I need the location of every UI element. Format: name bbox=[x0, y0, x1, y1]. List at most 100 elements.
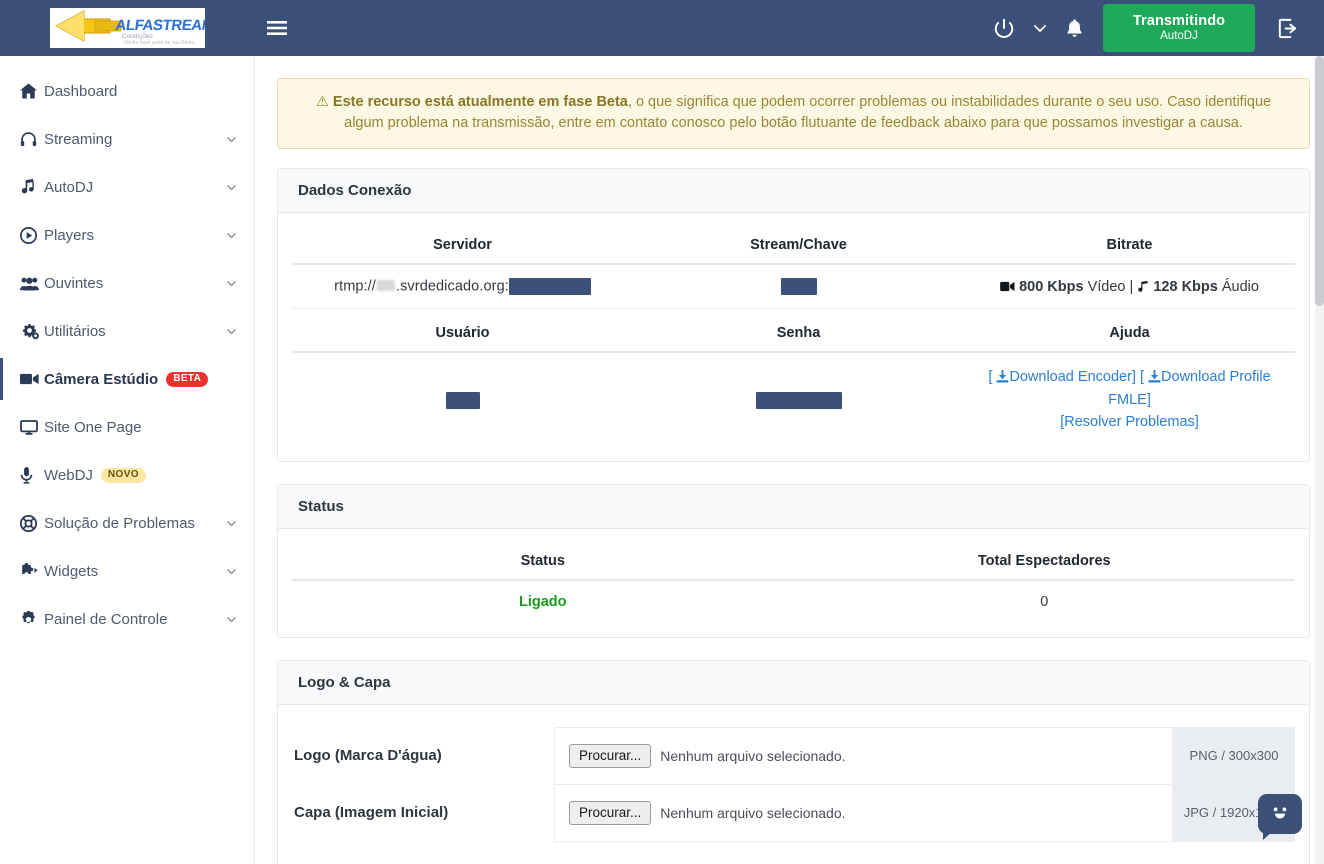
sidebar-item-ouvintes[interactable]: Ouvintes bbox=[0, 268, 254, 298]
logo-file-input[interactable]: Procurar... Nenhum arquivo selecionado. bbox=[554, 726, 1173, 784]
cell-status-value: Ligado bbox=[292, 580, 794, 623]
page-scrollbar-thumb[interactable] bbox=[1315, 56, 1324, 306]
table-row: [ Download Encoder] [Download Profile F… bbox=[292, 352, 1295, 446]
video-camera-icon bbox=[20, 372, 42, 386]
download-icon bbox=[1144, 369, 1161, 385]
sidebar-item-label: Widgets bbox=[44, 562, 99, 580]
video-icon bbox=[1000, 279, 1019, 295]
cell-bitrate: 800 Kbps Vídeo | 128 Kbps Áudio bbox=[964, 264, 1295, 310]
chevron-down-icon bbox=[225, 133, 238, 146]
server-port-redacted bbox=[508, 278, 591, 296]
svg-text:ALFASTREAM: ALFASTREAM bbox=[114, 17, 205, 34]
bitrate-separator: | bbox=[1129, 278, 1134, 295]
cover-upload-row: Capa (Imagem Inicial) Procurar... Nenhum… bbox=[278, 783, 1295, 842]
gear-icon bbox=[20, 610, 42, 628]
resolver-problemas-link[interactable]: [Resolver Problemas] bbox=[1060, 414, 1199, 430]
lifering-icon bbox=[20, 514, 42, 532]
app-root: ALFASTREAM Condições Venha fazer parte d… bbox=[0, 0, 1324, 864]
headphones-icon bbox=[20, 131, 42, 148]
cell-senha bbox=[633, 352, 964, 446]
server-prefix: rtmp:// bbox=[334, 278, 376, 295]
alfastream-logo-image: ALFASTREAM Condições Venha fazer parte d… bbox=[50, 8, 205, 48]
sidebar-item-autodj[interactable]: AutoDJ bbox=[0, 172, 254, 202]
sidebar-item-widgets[interactable]: Widgets bbox=[0, 556, 254, 586]
table-header-row: Usuário Senha Ajuda bbox=[292, 308, 1295, 354]
video-bitrate-label: Vídeo bbox=[1087, 278, 1126, 295]
chevron-down-icon bbox=[225, 613, 238, 626]
chevron-down-icon bbox=[225, 277, 238, 290]
page-scrollbar[interactable] bbox=[1315, 56, 1324, 864]
download-encoder-label: Download Encoder bbox=[1009, 369, 1132, 386]
connection-card-title: Dados Conexão bbox=[278, 169, 1309, 214]
sidebar-item-streaming[interactable]: Streaming bbox=[0, 124, 254, 154]
table-header-row: Servidor Stream/Chave Bitrate bbox=[292, 221, 1295, 266]
music-note-icon bbox=[20, 179, 42, 195]
status-table: Status Total Espectadores Ligado 0 bbox=[292, 536, 1295, 623]
col-usuario: Usuário bbox=[292, 308, 634, 354]
chevron-down-icon bbox=[1032, 20, 1048, 36]
chevron-down-icon bbox=[225, 229, 238, 242]
resolver-problemas-label: Resolver Problemas bbox=[1064, 414, 1195, 431]
sidebar-item-label: Ouvintes bbox=[44, 274, 104, 292]
cover-browse-button[interactable]: Procurar... bbox=[569, 800, 652, 825]
chevron-down-icon bbox=[225, 181, 238, 194]
beta-warning-strong: Este recurso está atualmente em fase Bet… bbox=[332, 94, 628, 110]
sidebar-item-label: Streaming bbox=[44, 130, 113, 148]
cell-viewers-value: 0 bbox=[1040, 593, 1049, 610]
home-icon bbox=[20, 83, 42, 99]
sidebar-item-site-one-page[interactable]: Site One Page bbox=[0, 412, 254, 442]
power-button[interactable] bbox=[982, 0, 1026, 56]
top-bar-actions: Transmitindo AutoDJ bbox=[982, 0, 1324, 56]
logout-button[interactable] bbox=[1265, 0, 1310, 56]
sidebar-item-utilitarios[interactable]: Utilitários bbox=[0, 316, 254, 346]
sidebar-item-label: Site One Page bbox=[44, 418, 142, 436]
sidebar-item-label: WebDJ bbox=[44, 466, 93, 484]
cogs-icon bbox=[20, 323, 42, 340]
logo-spec-label: PNG / 300x300 bbox=[1173, 726, 1295, 784]
table-row: rtmp:// .svrdedicado.org: 800 Kbps Vídeo … bbox=[292, 264, 1295, 310]
download-encoder-link[interactable]: [ Download Encoder] bbox=[988, 369, 1136, 385]
brand-logo[interactable]: ALFASTREAM Condições Venha fazer parte d… bbox=[0, 0, 255, 56]
download-icon bbox=[992, 369, 1009, 385]
main-content: ⚠ Este recurso está atualmente em fase B… bbox=[255, 56, 1324, 864]
logout-icon bbox=[1276, 17, 1299, 40]
chevron-down-icon bbox=[225, 325, 238, 338]
cover-upload-label: Capa (Imagem Inicial) bbox=[294, 804, 449, 822]
smiley-chat-bubble-icon bbox=[1268, 803, 1292, 826]
sidebar-item-label: Câmera Estúdio bbox=[44, 370, 159, 388]
beta-warning-alert: ⚠ Este recurso está atualmente em fase B… bbox=[277, 78, 1310, 150]
user-redacted bbox=[445, 391, 480, 409]
svg-text:Venha fazer parte da sua Rádio: Venha fazer parte da sua Rádio bbox=[124, 40, 195, 46]
sidebar-item-painel-de-controle[interactable]: Painel de Controle bbox=[0, 604, 254, 634]
power-dropdown-toggle[interactable] bbox=[1026, 0, 1054, 56]
sidebar-item-solucao-de-problemas[interactable]: Solução de Problemas bbox=[0, 508, 254, 538]
audio-bitrate-label: Áudio bbox=[1221, 278, 1259, 295]
sidebar-toggle-button[interactable] bbox=[255, 0, 303, 56]
cell-ajuda: [ Download Encoder] [Download Profile F… bbox=[964, 352, 1295, 446]
col-bitrate: Bitrate bbox=[964, 221, 1295, 266]
cover-file-status: Nenhum arquivo selecionado. bbox=[660, 804, 846, 821]
server-suffix: .svrdedicado.org: bbox=[395, 278, 509, 295]
sidebar-item-label: Solução de Problemas bbox=[44, 514, 195, 532]
logo-upload-label: Logo (Marca D'água) bbox=[294, 746, 442, 764]
status-card: Status Status Total Espectadores Ligado bbox=[277, 483, 1310, 638]
transmitting-status-button[interactable]: Transmitindo AutoDJ bbox=[1103, 4, 1255, 52]
status-card-title: Status bbox=[278, 484, 1309, 529]
sidebar-navigation: Dashboard Streaming AutoDJ Players Ouvin… bbox=[0, 56, 255, 864]
power-icon bbox=[993, 17, 1015, 39]
logo-browse-button[interactable]: Procurar... bbox=[569, 743, 652, 768]
stream-key-redacted bbox=[780, 278, 817, 296]
puzzle-icon bbox=[20, 563, 42, 579]
feedback-button[interactable] bbox=[1258, 794, 1302, 840]
notifications-button[interactable] bbox=[1054, 0, 1095, 56]
play-circle-icon bbox=[20, 226, 42, 244]
svg-text:Condições: Condições bbox=[122, 33, 153, 40]
sidebar-item-camera-estudio[interactable]: Câmera Estúdio BETA bbox=[0, 358, 254, 400]
cover-file-input[interactable]: Procurar... Nenhum arquivo selecionado. bbox=[554, 783, 1173, 842]
connection-data-card: Dados Conexão Servidor Stream/Chave Bitr… bbox=[277, 168, 1310, 462]
warning-triangle-icon: ⚠ bbox=[315, 94, 329, 110]
sidebar-item-players[interactable]: Players bbox=[0, 220, 254, 250]
sidebar-item-webdj[interactable]: WebDJ NOVO bbox=[0, 460, 254, 490]
sidebar-item-dashboard[interactable]: Dashboard bbox=[0, 76, 254, 106]
sidebar-item-label: Players bbox=[44, 226, 95, 244]
